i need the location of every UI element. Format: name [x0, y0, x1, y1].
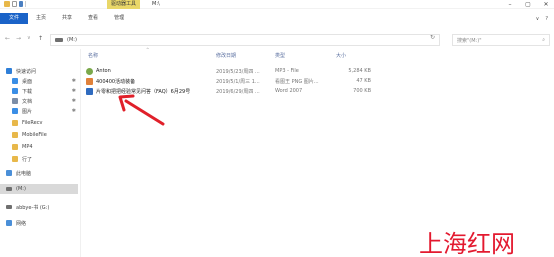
watermark-text: 上海红网 — [419, 230, 515, 257]
annotation-arrow — [118, 94, 165, 126]
arrow-shaft — [124, 99, 165, 126]
